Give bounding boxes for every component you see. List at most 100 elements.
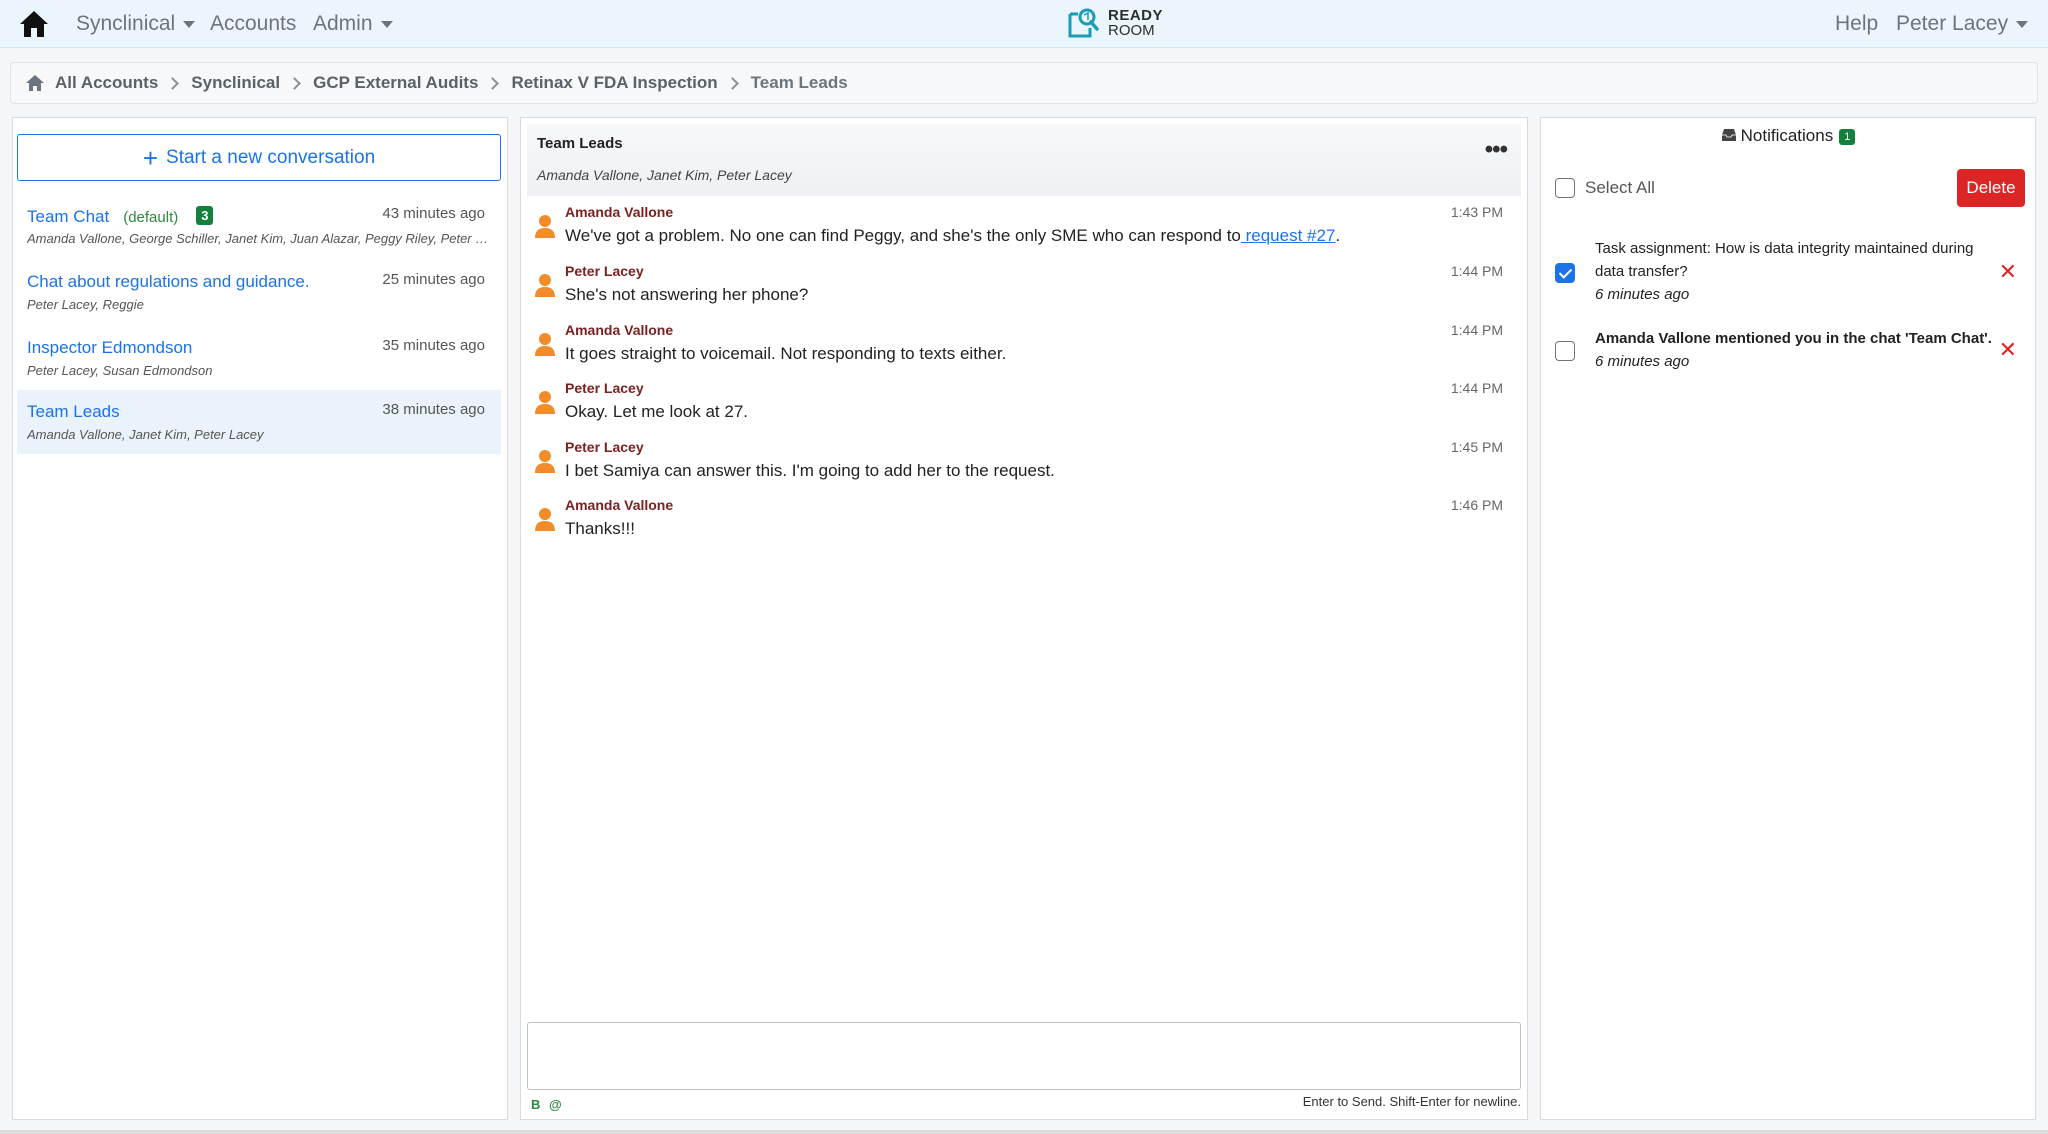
message-time: 1:45 PM [1450,439,1503,455]
message-author: Peter Lacey [565,439,644,455]
notification-checkbox[interactable] [1555,341,1575,361]
conversation-members: Amanda Vallone, George Schiller, Janet K… [27,231,493,246]
mention-button[interactable]: @ [549,1097,562,1112]
message-text-end: . [1335,226,1341,245]
brand-text: READY ROOM [1108,8,1163,38]
breadcrumb-team-leads: Team Leads [750,73,848,92]
conversation-item-regulations[interactable]: Chat about regulations and guidance. 25 … [17,260,501,324]
notification-checkbox[interactable] [1555,263,1575,283]
message-time: 1:44 PM [1450,380,1503,396]
conversation-item-team-chat[interactable]: Team Chat (default) 3 43 minutes ago Amand… [17,194,501,258]
message-text-body: We've got a problem. No one can find Peg… [565,226,1241,245]
nav-menu-admin[interactable]: Admin [313,0,393,48]
brand-line2: ROOM [1108,22,1155,39]
unread-badge: 3 [196,206,214,225]
nav-menu-admin-label: Admin [313,12,373,35]
nav-menu-accounts[interactable]: Accounts [210,0,296,48]
conversation-time: 25 minutes ago [382,271,485,288]
chat-panel: Team Leads Amanda Vallone, Janet Kim, Pe… [520,117,1528,1120]
chevron-down-icon [2016,20,2029,28]
user-avatar-icon [535,333,555,356]
conversation-time: 35 minutes ago [382,337,485,354]
default-label: (default) [123,209,179,226]
message-input[interactable] [527,1022,1521,1090]
breadcrumb: All Accounts Synclinical GCP External Au… [10,62,2038,104]
conversation-title: Team Leads [27,402,120,421]
start-new-conversation-button[interactable]: + Start a new conversation [17,134,501,181]
delete-button[interactable]: Delete [1957,169,2025,207]
nav-menu-synclinical[interactable]: Synclinical [76,0,196,48]
home-icon[interactable] [18,9,50,39]
request-link[interactable]: request #27 [1241,226,1336,245]
nav-menu-synclinical-label: Synclinical [76,12,176,35]
conversation-members: Amanda Vallone, Janet Kim, Peter Lacey [27,427,264,442]
message-author: Amanda Vallone [565,322,674,338]
chat-message: Peter Lacey 1:44 PM She's not answering … [527,255,1521,313]
notification-item: Amanda Vallone mentioned you in the chat… [1595,327,2005,373]
message-author: Peter Lacey [565,263,644,279]
plus-icon: + [142,142,159,173]
chat-message: Amanda Vallone 1:43 PM We've got a probl… [527,196,1521,254]
select-all-label: Select All [1585,178,1655,197]
chat-message: Peter Lacey 1:44 PM Okay. Let me look at… [527,372,1521,430]
nav-help-link[interactable]: Help [1835,0,1878,48]
conversation-item-inspector-edmondson[interactable]: Inspector Edmondson 35 minutes ago Peter… [17,326,501,390]
conversation-time: 38 minutes ago [382,401,485,418]
conversation-time: 43 minutes ago [382,205,485,222]
message-time: 1:44 PM [1450,322,1503,338]
notification-item: Task assignment: How is data integrity m… [1595,237,1995,306]
message-time: 1:44 PM [1450,263,1503,279]
brand-logo[interactable]: READY ROOM [1066,6,1163,40]
conversation-title: Inspector Edmondson [27,338,193,357]
inbox-icon [1721,129,1736,141]
user-avatar-icon [535,274,555,297]
user-avatar-icon [535,450,555,473]
conversation-members: Peter Lacey, Reggie [27,297,144,312]
chat-message: Amanda Vallone 1:44 PM It goes straight … [527,314,1521,372]
chevron-right-icon [288,76,301,90]
more-options-icon[interactable]: ••• [1485,136,1508,164]
chat-title: Team Leads [537,135,623,152]
user-avatar-icon [535,215,555,238]
brand-line1: READY [1108,7,1164,24]
conversation-title-text: Team Chat [27,207,110,226]
breadcrumb-synclinical[interactable]: Synclinical [191,73,280,93]
notification-time: 6 minutes ago [1595,353,1690,370]
notification-text[interactable]: Amanda Vallone mentioned you in the chat… [1595,330,1992,347]
conversation-item-team-leads[interactable]: Team Leads 38 minutes ago Amanda Vallone… [17,390,501,454]
message-text: It goes straight to voicemail. Not respo… [565,344,1007,363]
chevron-right-icon [166,76,180,90]
notifications-panel: Notifications 1 Select All Delete Task as… [1540,117,2036,1120]
window-bottom-strip [0,1130,2048,1134]
message-time: 1:43 PM [1450,204,1503,220]
chevron-right-icon [486,76,500,90]
bold-format-button[interactable]: B [531,1097,540,1112]
conversation-title: Chat about regulations and guidance. [27,272,310,291]
message-author: Peter Lacey [565,380,644,396]
message-author: Amanda Vallone [565,497,674,513]
notifications-header: Notifications 1 [1541,126,2035,146]
close-icon[interactable]: ✕ [1999,259,2017,285]
home-icon[interactable] [25,74,45,92]
send-hint: Enter to Send. Shift-Enter for newline. [1302,1094,1521,1109]
chat-message: Amanda Vallone 1:46 PM Thanks!!! [527,489,1521,547]
user-avatar-icon [535,508,555,531]
message-text: Thanks!!! [565,519,635,538]
notifications-title: Notifications [1740,126,1834,145]
chat-message: Peter Lacey 1:45 PM I bet Samiya can ans… [527,431,1521,489]
breadcrumb-all-accounts[interactable]: All Accounts [55,73,158,93]
notification-text[interactable]: Task assignment: How is data integrity m… [1595,240,1974,280]
chevron-down-icon [183,20,196,28]
select-all-checkbox[interactable] [1555,178,1575,198]
message-text: She's not answering her phone? [565,285,809,304]
user-menu[interactable]: Peter Lacey [1896,0,2029,48]
message-author: Amanda Vallone [565,204,674,220]
conversation-members: Peter Lacey, Susan Edmondson [27,363,213,378]
close-icon[interactable]: ✕ [1999,337,2017,363]
breadcrumb-retinax-fda-inspection[interactable]: Retinax V FDA Inspection [511,73,717,93]
breadcrumb-gcp-external-audits[interactable]: GCP External Audits [313,73,478,93]
conversation-list-panel: + Start a new conversation Team Chat (def… [12,117,508,1120]
conversation-title: Team Chat (default) 3 [27,206,214,227]
start-new-conversation-label: Start a new conversation [166,146,376,168]
message-text: Okay. Let me look at 27. [565,402,748,421]
